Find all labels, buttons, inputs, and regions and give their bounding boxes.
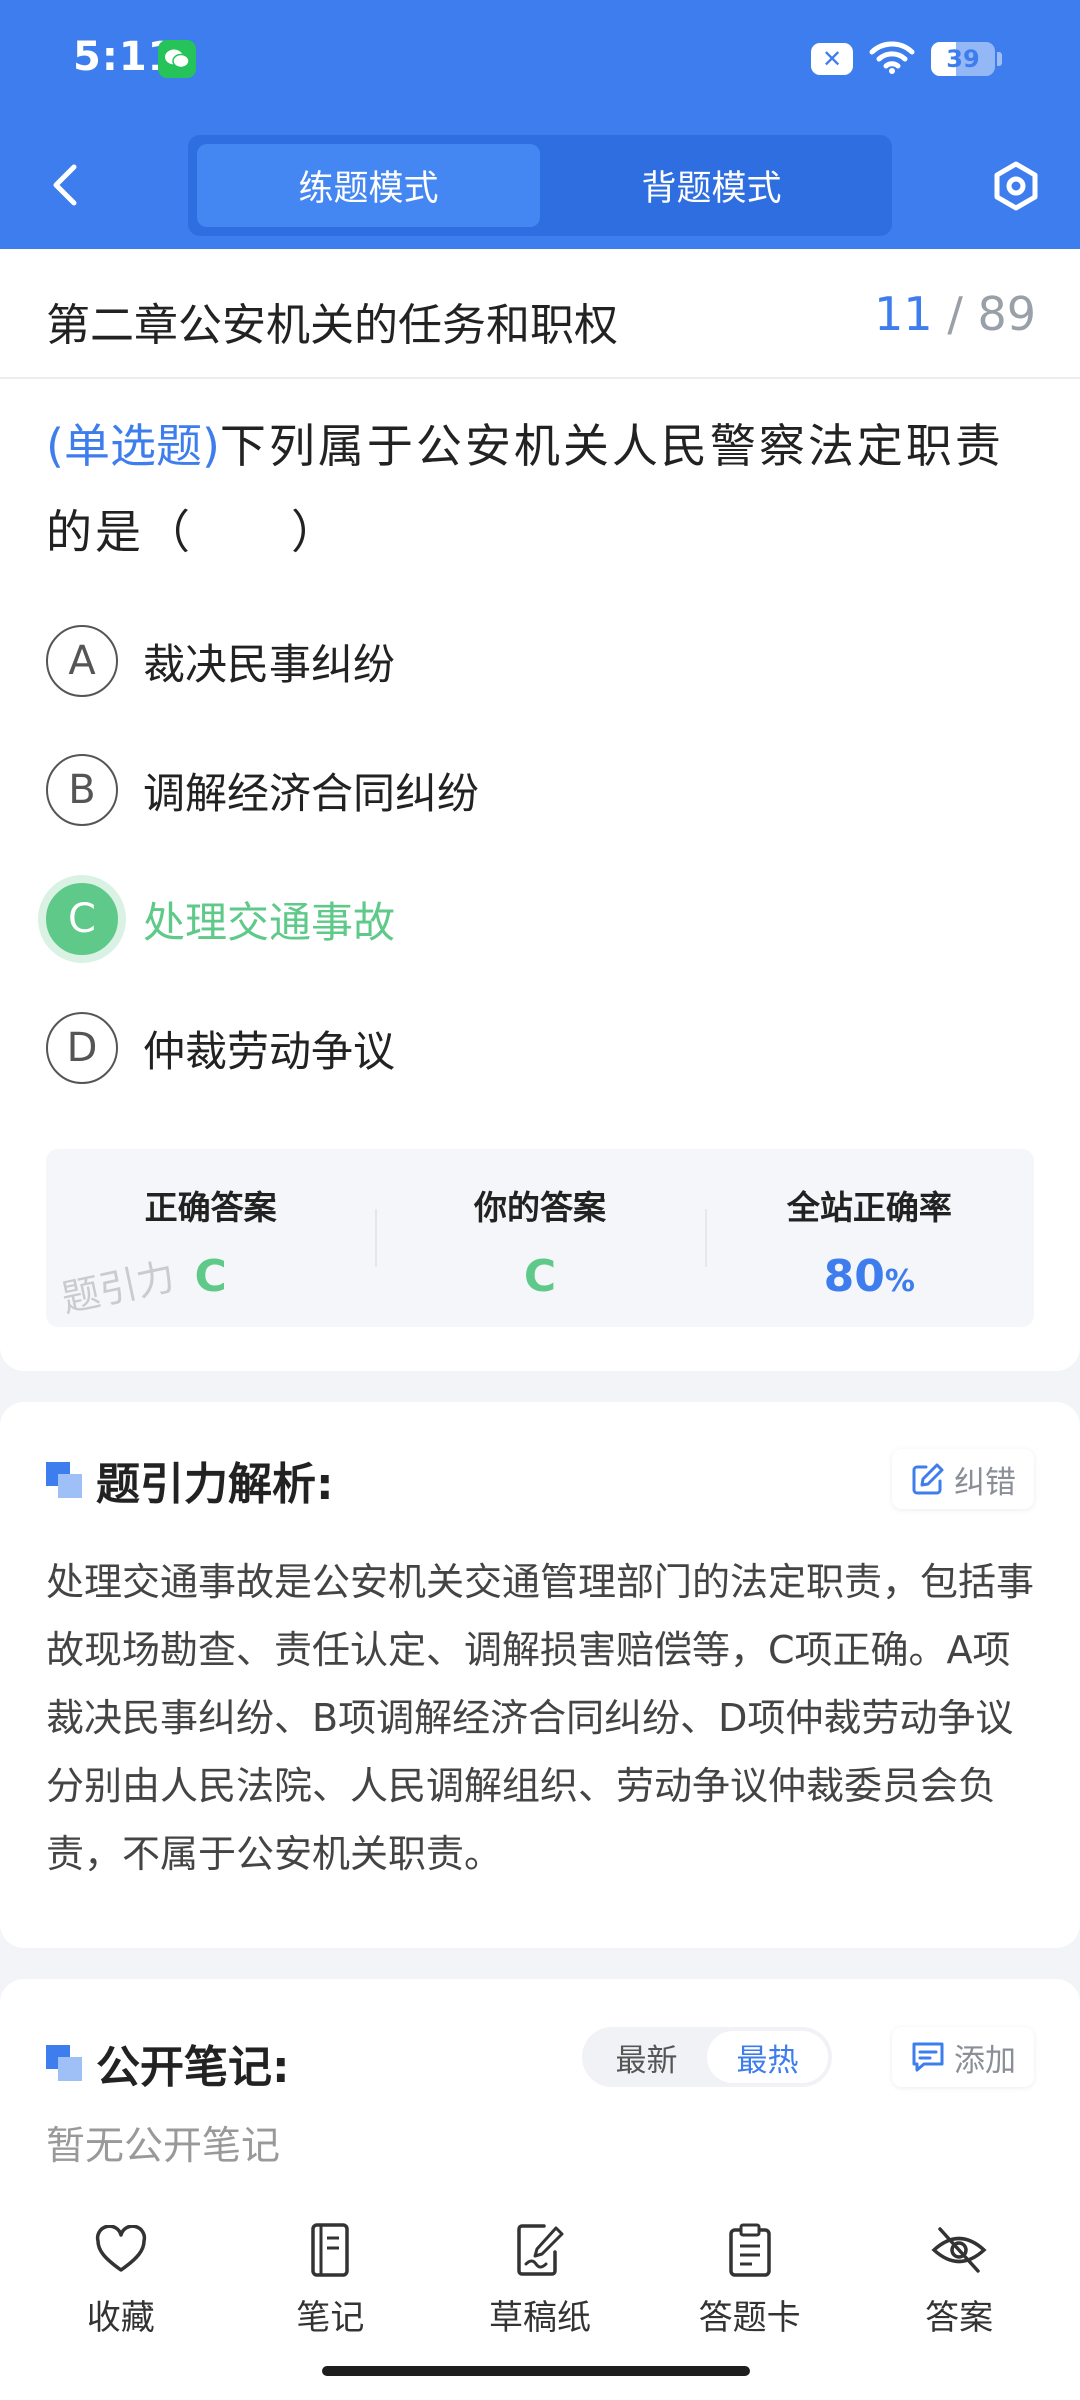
sort-newest[interactable]: 最新 xyxy=(586,2031,707,2083)
toggle-answer-label: 答案 xyxy=(925,2298,994,2338)
chapter-row: 第二章公安机关的任务和职权 11 / 89 xyxy=(0,249,1080,379)
mode-switch: 练题模式 背题模式 xyxy=(188,135,892,236)
accuracy-label: 全站正确率 xyxy=(786,1188,952,1227)
favorite-button[interactable]: 收藏 xyxy=(16,2200,226,2400)
battery-indicator: 39 xyxy=(931,42,995,76)
edit-icon xyxy=(912,1463,944,1495)
draft-paper-label: 草稿纸 xyxy=(488,2298,591,2338)
draft-pen-icon xyxy=(510,2220,570,2280)
eye-off-icon xyxy=(929,2220,989,2280)
favorite-label: 收藏 xyxy=(86,2298,155,2338)
question-text: (单选题)下列属于公安机关人民警察法定职责的是（ ） xyxy=(46,403,1042,575)
correct-answer-value: C xyxy=(194,1251,227,1302)
watermark: 题引力 xyxy=(57,1254,179,1321)
tab-memorize-mode[interactable]: 背题模式 xyxy=(540,144,883,227)
add-note-label: 添加 xyxy=(954,2042,1016,2079)
option-text: 仲裁劳动争议 xyxy=(143,1026,396,1076)
your-answer-column: 你的答案 C xyxy=(375,1149,704,1327)
accuracy-number: 80 xyxy=(823,1251,885,1302)
settings-button[interactable] xyxy=(988,158,1044,214)
analysis-header: 题引力解析: xyxy=(46,1448,334,1512)
chevron-left-icon xyxy=(53,164,77,206)
settings-hexagon-icon xyxy=(994,161,1038,211)
no-sim-icon: ✕ xyxy=(811,43,853,75)
option-c[interactable]: C 处理交通事故 xyxy=(46,883,395,955)
current-question-number: 11 xyxy=(874,287,933,341)
answer-sheet-label: 答题卡 xyxy=(698,2298,801,2338)
notes-header: 公开笔记: xyxy=(46,2031,290,2095)
analysis-card: 题引力解析: 纠错 处理交通事故是公安机关交通管理部门的法定职责，包括事故现场勘… xyxy=(0,1402,1080,1948)
add-note-button[interactable]: 添加 xyxy=(892,2027,1034,2087)
your-answer-value: C xyxy=(523,1251,557,1302)
total-question-count: 89 xyxy=(977,287,1036,341)
sort-hottest[interactable]: 最热 xyxy=(707,2031,828,2083)
your-answer-label: 你的答案 xyxy=(473,1188,606,1227)
battery-level: 39 xyxy=(946,45,980,73)
analysis-text: 处理交通事故是公安机关交通管理部门的法定职责，包括事故现场勘查、责任认定、调解损… xyxy=(46,1560,1035,1876)
option-b[interactable]: B 调解经济合同纠纷 xyxy=(46,754,479,826)
accuracy-column: 全站正确率 80% xyxy=(704,1149,1034,1327)
option-d[interactable]: D 仲裁劳动争议 xyxy=(46,1012,395,1084)
option-text: 裁决民事纠纷 xyxy=(143,639,396,689)
option-text: 调解经济合同纠纷 xyxy=(143,768,480,818)
toggle-answer-button[interactable]: 答案 xyxy=(854,2200,1064,2400)
chapter-title: 第二章公安机关的任务和职权 xyxy=(46,300,618,351)
answer-summary: 正确答案 C 题引力 你的答案 C 全站正确率 80% xyxy=(46,1149,1034,1327)
notes-title: 公开笔记: xyxy=(96,2042,290,2093)
report-error-label: 纠错 xyxy=(954,1464,1016,1501)
progress-separator: / xyxy=(932,287,978,341)
heart-icon xyxy=(91,2220,151,2280)
notebook-icon xyxy=(300,2220,360,2280)
status-icons: ✕ 39 xyxy=(811,40,1002,78)
notes-label: 笔记 xyxy=(296,2298,365,2338)
clipboard-icon xyxy=(720,2220,780,2280)
question-type: (单选题) xyxy=(46,419,220,473)
option-letter: C xyxy=(46,883,118,955)
correct-answer-column: 正确答案 C 题引力 xyxy=(46,1149,375,1327)
empty-notes-text: 暂无公开笔记 xyxy=(46,2124,281,2169)
report-error-button[interactable]: 纠错 xyxy=(892,1449,1034,1509)
accuracy-unit: % xyxy=(884,1264,915,1299)
option-text: 处理交通事故 xyxy=(143,897,396,947)
wifi-icon xyxy=(869,40,915,78)
home-indicator[interactable] xyxy=(322,2366,750,2376)
tab-practice-mode[interactable]: 练题模式 xyxy=(197,144,540,227)
option-letter: B xyxy=(46,754,118,826)
battery-tip xyxy=(997,52,1002,66)
comment-icon xyxy=(912,2042,944,2072)
section-squares-icon xyxy=(46,1462,82,1498)
question-progress[interactable]: 11 / 89 xyxy=(874,287,1036,341)
wechat-notification-icon xyxy=(158,40,196,78)
option-letter: A xyxy=(46,625,118,697)
correct-answer-label: 正确答案 xyxy=(144,1188,277,1227)
option-a[interactable]: A 裁决民事纠纷 xyxy=(46,625,395,697)
accuracy-value: 80% xyxy=(824,1251,915,1302)
question-card: 第二章公安机关的任务和职权 11 / 89 (单选题)下列属于公安机关人民警察法… xyxy=(0,249,1080,1371)
back-button[interactable] xyxy=(40,160,90,210)
app-header: 5:11 ✕ 39 练题模式 背题模式 xyxy=(0,0,1080,249)
section-squares-icon xyxy=(46,2045,82,2081)
notes-sort-toggle: 最新 最热 xyxy=(582,2027,832,2087)
option-letter: D xyxy=(46,1012,118,1084)
analysis-title: 题引力解析: xyxy=(96,1459,334,1510)
